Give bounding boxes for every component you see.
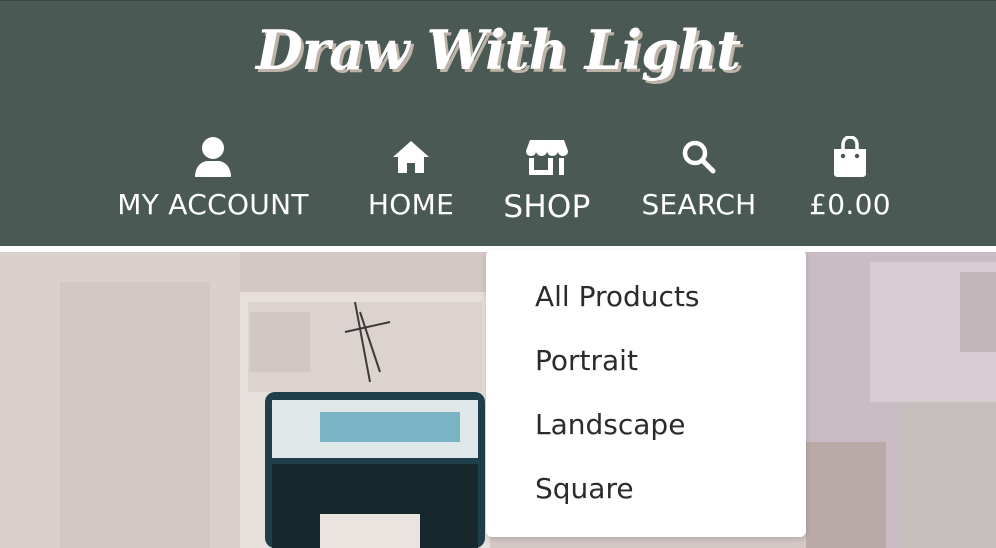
brand-logo[interactable]: Draw With Light — [0, 23, 996, 77]
nav-my-account[interactable]: MY ACCOUNT — [104, 135, 322, 231]
home-icon — [389, 135, 433, 179]
search-icon — [677, 135, 721, 179]
menu-item-all-products[interactable]: All Products — [535, 279, 700, 315]
site-header: Draw With Light MY ACCOUNT HOME SHOP SEA… — [0, 0, 996, 246]
nav-label: SHOP — [503, 189, 591, 225]
user-icon — [191, 135, 235, 179]
shopping-bag-icon — [828, 135, 872, 179]
nav-label: HOME — [367, 188, 455, 221]
nav-search[interactable]: SEARCH — [628, 135, 770, 231]
nav-cart[interactable]: £0.00 — [800, 135, 900, 231]
nav-label: £0.00 — [809, 188, 891, 221]
shop-dropdown-menu: All Products Portrait Landscape Square — [486, 250, 806, 537]
menu-item-landscape[interactable]: Landscape — [535, 407, 685, 443]
menu-item-portrait[interactable]: Portrait — [535, 343, 638, 379]
nav-shop[interactable]: SHOP — [490, 135, 604, 231]
store-icon — [525, 135, 569, 179]
nav-label: MY ACCOUNT — [117, 188, 309, 221]
nav-label: SEARCH — [641, 188, 757, 221]
nav-home[interactable]: HOME — [357, 135, 465, 231]
menu-item-square[interactable]: Square — [535, 471, 634, 507]
